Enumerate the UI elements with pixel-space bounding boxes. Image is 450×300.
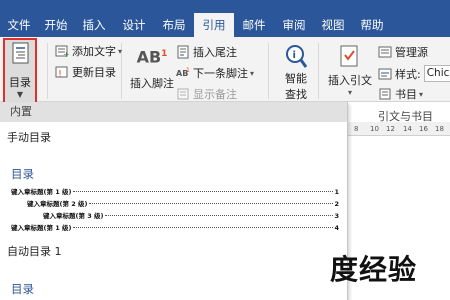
insert-citation-label: 插入引文: [328, 74, 372, 87]
chevron-down-icon: ▾: [118, 46, 123, 56]
tab-design[interactable]: 设计: [114, 13, 154, 37]
manage-sources-label: 管理源: [395, 46, 428, 59]
toc-leader-dots: [72, 191, 334, 192]
toc-entry-page: 2: [334, 200, 339, 208]
next-footnote-label: 下一条脚注: [193, 67, 248, 80]
toc-entry-page: 4: [334, 224, 339, 232]
next-footnote-button[interactable]: AB 1 下一条脚注 ▾: [176, 65, 254, 81]
toc-entry-level-2: 键入章标题(第 2 级) 2: [27, 198, 339, 208]
document-watermark-text: 度经验: [330, 253, 418, 286]
tab-review[interactable]: 审阅: [274, 13, 314, 37]
smart-lookup-label-line2: 查找: [285, 88, 307, 101]
tab-mailings[interactable]: 邮件: [234, 13, 274, 37]
tab-insert[interactable]: 插入: [74, 13, 114, 37]
manage-sources-icon: [378, 46, 392, 58]
toc-button[interactable]: 目录 ▼: [3, 38, 37, 106]
insert-endnote-button[interactable]: 插入尾注: [176, 44, 237, 60]
update-toc-button[interactable]: ! 更新目录: [55, 64, 116, 80]
toc-entry-text: 键入章标题(第 1 级): [11, 224, 72, 232]
toc-preview-heading: 目录: [11, 167, 34, 181]
toc-entry-text: 键入章标题(第 1 级): [11, 188, 72, 196]
style-dropdown[interactable]: Chica: [423, 65, 450, 82]
show-notes-label: 显示备注: [193, 88, 237, 101]
add-text-button[interactable]: + 添加文字 ▾: [55, 43, 122, 59]
bibliography-label: 书目: [395, 88, 417, 101]
next-footnote-icon: AB1: [176, 67, 190, 78]
citations-group-label: 引文与书目: [378, 110, 433, 123]
svg-text:1: 1: [186, 67, 190, 74]
svg-text:i: i: [293, 50, 296, 61]
smart-lookup-icon: i: [286, 45, 308, 68]
show-notes-icon: [177, 88, 189, 100]
chevron-down-icon: ▾: [250, 68, 255, 78]
toc-entry-level-3: 键入章标题(第 3 级) 3: [43, 210, 339, 220]
table-of-contents-icon: [12, 42, 29, 64]
update-toc-label: 更新目录: [72, 66, 116, 79]
ruler-mark: 14: [403, 125, 412, 133]
ribbon-separator: [268, 43, 269, 99]
toc-button-label: 目录: [9, 76, 31, 89]
insert-footnote-label: 插入脚注: [130, 77, 174, 91]
footnote-icon-superscript: 1: [161, 49, 168, 59]
tab-layout[interactable]: 布局: [154, 13, 194, 37]
update-icon: !: [55, 66, 68, 79]
ribbon-separator: [47, 43, 48, 99]
insert-citation-icon: [340, 45, 358, 67]
toc-leader-dots: [88, 203, 334, 204]
toc-entry-page: 1: [334, 188, 339, 196]
insert-citation-button[interactable]: 插入引文 ▾: [327, 44, 373, 97]
tab-view[interactable]: 视图: [314, 13, 352, 37]
manage-sources-button[interactable]: 管理源: [378, 44, 428, 60]
ribbon-tabs: 文件 开始 插入 设计 布局 引用 邮件 审阅 视图 帮助: [0, 13, 392, 37]
manual-toc-option[interactable]: 手动目录: [7, 129, 51, 145]
chevron-down-icon: ▾: [419, 89, 424, 99]
ruler-mark: 10: [370, 125, 379, 133]
smart-lookup-label-line1: 智能: [285, 72, 307, 85]
style-selector: 样式: Chica: [378, 65, 450, 82]
tab-help[interactable]: 帮助: [352, 13, 392, 37]
ruler-mark: 16: [419, 125, 428, 133]
ruler-mark: 18: [435, 125, 444, 133]
toc-entry-page: 3: [334, 212, 339, 220]
footnote-icon-text: AB: [136, 47, 162, 67]
style-label: 样式:: [395, 67, 421, 81]
toc-dropdown-gallery: 内置 手动目录 目录 键入章标题(第 1 级) 1 键入章标题(第 2 级) 2 键…: [0, 102, 348, 300]
auto-toc-1-option[interactable]: 自动目录 1: [7, 243, 62, 259]
add-text-label: 添加文字: [72, 45, 116, 58]
ruler-mark: 8: [354, 125, 359, 133]
insert-endnote-label: 插入尾注: [193, 46, 237, 59]
chevron-down-icon: ▼: [16, 90, 24, 99]
gallery-section-header: 内置: [0, 102, 347, 122]
toc-entry-text: 键入章标题(第 3 级): [43, 212, 104, 220]
show-notes-button[interactable]: 显示备注: [176, 86, 237, 102]
endnote-icon: [177, 45, 189, 59]
ruler-mark: 12: [386, 125, 395, 133]
ribbon-separator: [318, 43, 319, 99]
horizontal-ruler: 8 10 12 14 16 18: [348, 122, 450, 136]
toc-entry-level-1: 键入章标题(第 1 级) 1: [11, 186, 339, 196]
tab-file[interactable]: 文件: [0, 13, 38, 37]
tab-home[interactable]: 开始: [38, 13, 74, 37]
bibliography-button[interactable]: 书目 ▾: [378, 86, 423, 102]
toc-preview-heading: 目录: [11, 282, 34, 296]
footnote-icon: AB1: [128, 44, 176, 67]
add-text-icon: +: [55, 45, 69, 58]
toc-leader-dots: [104, 215, 334, 216]
svg-text:!: !: [58, 69, 62, 79]
toc-entry-text: 键入章标题(第 2 级): [27, 200, 88, 208]
insert-footnote-button[interactable]: AB1 插入脚注: [128, 44, 176, 94]
chevron-down-icon: ▾: [347, 88, 352, 97]
style-icon: [378, 68, 392, 79]
book-icon: [379, 88, 391, 100]
toc-leader-dots: [72, 227, 334, 228]
tab-references[interactable]: 引用: [194, 13, 234, 37]
toc-entry-level-1: 键入章标题(第 1 级) 4: [11, 222, 339, 232]
smart-lookup-button[interactable]: i 智能 查找: [278, 44, 314, 102]
svg-text:+: +: [63, 50, 69, 58]
